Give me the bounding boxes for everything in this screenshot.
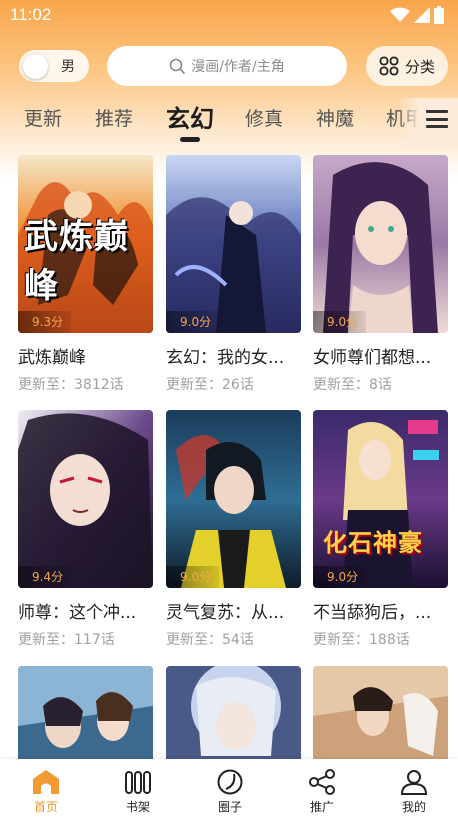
comic-update: 更新至：117话 [18,632,115,648]
comic-update: 更新至：26话 [166,377,254,393]
comic-card[interactable]: 9.0分 女师尊们都想... 更新至：8话 [313,155,448,394]
comic-card[interactable]: 9.4分 师尊：这个冲... 更新至：117话 [18,410,153,649]
header-row: 男 漫画/作者/主角 分类 [0,44,458,88]
comic-grid: 武炼巅峰 9.3分 武炼巅峰 更新至：3812话 9.0分 玄幻：我的女... … [0,155,458,759]
home-icon [33,770,59,794]
status-bar: 11:02 [0,0,458,30]
comic-title: 玄幻：我的女... [166,348,285,368]
score-badge: 9.3分 [18,311,72,333]
comic-update: 更新至：3812话 [18,377,124,393]
search-icon [169,58,186,74]
comic-card[interactable]: 9.0分 灵气复苏：从... 更新至：54话 [166,410,301,649]
bookshelf-icon [125,771,151,794]
signal-icon [414,7,430,23]
score-badge: 9.0分 [313,311,367,333]
comic-update: 更新至：54话 [166,632,254,648]
score-badge: 9.0分 [166,311,220,333]
comic-card[interactable] [18,666,153,759]
category-button[interactable]: 分类 [366,46,448,86]
comic-cover[interactable]: 武炼巅峰 9.3分 [18,155,153,333]
comic-update: 更新至：8话 [313,377,392,393]
comic-title: 女师尊们都想... [313,348,432,368]
nav-bookshelf[interactable]: 书架 [92,759,184,820]
nav-mine[interactable]: 我的 [368,759,458,820]
comic-cover[interactable]: 9.0分 [166,410,301,588]
nav-promote[interactable]: 推广 [276,759,368,820]
score-badge: 9.0分 [313,566,367,588]
comic-cover[interactable]: 9.0分 [313,155,448,333]
status-time: 11:02 [10,5,52,24]
comic-card[interactable] [313,666,448,759]
score-badge: 9.0分 [166,566,220,588]
nav-label-home: 首页 [33,800,58,814]
active-tab-indicator [180,137,200,142]
comic-title: 灵气复苏：从... [166,603,285,623]
tab-recommend[interactable]: 推荐 [95,104,133,131]
toggle-knob [23,53,48,79]
search-input[interactable]: 漫画/作者/主角 [107,46,347,86]
comic-cover[interactable]: 化石神豪 9.0分 [313,410,448,588]
comic-cover[interactable] [313,666,448,759]
gender-toggle[interactable]: 男 [19,50,89,82]
cover-title-text: 化石神豪 [323,528,423,557]
nav-label-bookshelf: 书架 [125,800,150,814]
comic-cover[interactable]: 9.0分 [166,155,301,333]
category-tabs: 更新 推荐 玄幻 修真 神魔 机甲 [0,98,458,146]
nav-label-promote: 推广 [309,800,334,814]
share-icon [309,769,335,795]
wifi-icon [390,7,410,22]
comic-cover[interactable] [18,666,153,759]
status-icons [390,6,444,24]
nav-label-mine: 我的 [401,800,426,814]
comic-card[interactable] [166,666,301,759]
comic-update: 更新至：188话 [313,632,410,648]
circle-icon [217,769,243,795]
bottom-nav: 首页 书架 圈子 推广 我的 [0,759,458,820]
tab-xuanhuan[interactable]: 玄幻 [166,99,214,134]
search-placeholder: 漫画/作者/主角 [191,59,285,75]
category-icon [379,56,399,76]
comic-title: 师尊：这个冲... [18,603,137,623]
tab-xiuzhen[interactable]: 修真 [245,104,283,131]
user-icon [400,770,428,795]
tab-shenmo[interactable]: 神魔 [316,104,354,131]
nav-label-circle: 圈子 [217,800,242,814]
comic-cover[interactable]: 9.4分 [18,410,153,588]
comic-card[interactable]: 化石神豪 9.0分 不当舔狗后，... 更新至：188话 [313,410,448,649]
comic-card[interactable]: 9.0分 玄幻：我的女... 更新至：26话 [166,155,301,394]
comic-title: 武炼巅峰 [18,348,86,368]
nav-circle[interactable]: 圈子 [184,759,276,820]
comic-title: 不当舔狗后，... [313,603,432,623]
battery-icon [434,6,444,24]
comic-card[interactable]: 武炼巅峰 9.3分 武炼巅峰 更新至：3812话 [18,155,153,394]
menu-icon[interactable] [426,108,448,130]
category-label: 分类 [404,57,435,76]
tab-update[interactable]: 更新 [24,104,62,131]
comic-cover[interactable] [166,666,301,759]
score-badge: 9.4分 [18,566,72,588]
cover-title-text: 武炼巅峰 [24,217,129,306]
gender-label: 男 [61,59,75,75]
nav-home[interactable]: 首页 [0,759,92,820]
